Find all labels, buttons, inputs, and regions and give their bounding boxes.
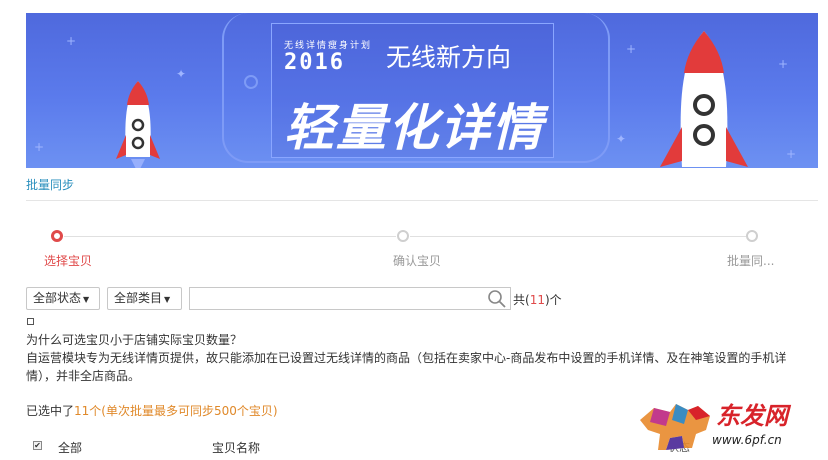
- selection-note: (单次批量最多可同步500个宝贝): [101, 404, 278, 418]
- step-2-dot: [397, 230, 409, 242]
- step-connector: [64, 236, 396, 237]
- step-3-label: 批量同...: [727, 254, 775, 268]
- star-decoration: ✦: [176, 67, 187, 81]
- select-all-checkbox[interactable]: ✔: [33, 441, 42, 450]
- banner-title-frame: 无线详情瘦身计划 2016 无线新方向 轻量化详情: [271, 23, 554, 158]
- category-dropdown-label: 全部类目: [114, 291, 163, 305]
- star-decoration: +: [34, 140, 45, 154]
- star-decoration: +: [626, 42, 637, 56]
- caret-down-icon: ▼: [164, 295, 171, 304]
- rocket-left-icon: [116, 81, 160, 168]
- step-2-label: 确认宝贝: [393, 254, 442, 268]
- watermark-url: www.6pf.cn: [712, 433, 782, 447]
- banner-headline: 轻量化详情: [284, 99, 544, 157]
- phone-camera: [244, 75, 258, 89]
- star-decoration: ✦: [616, 132, 627, 146]
- step-3-dot: [746, 230, 758, 242]
- selection-summary: 已选中了11个(单次批量最多可同步500个宝贝): [26, 402, 278, 419]
- category-dropdown[interactable]: 全部类目 ▼: [107, 287, 182, 310]
- faq-question: 为什么可选宝贝小于店铺实际宝贝数量？: [26, 333, 243, 347]
- count-prefix: 共(: [513, 293, 530, 307]
- banner-title: 无线新方向: [386, 43, 512, 72]
- count-suffix: )个: [544, 293, 562, 307]
- watermark-brand: 东发网: [716, 401, 788, 430]
- step-connector: [410, 236, 746, 237]
- star-decoration: +: [66, 34, 77, 48]
- status-dropdown-label: 全部状态: [33, 291, 82, 305]
- caret-down-icon: ▼: [83, 295, 90, 304]
- star-decoration: +: [778, 57, 789, 71]
- header-item-name: 宝贝名称: [212, 441, 261, 455]
- faq-answer: 自运营模块专为无线详情页提供，故只能添加在已设置过无线详情的商品（包括在卖家中心…: [26, 351, 787, 383]
- step-1-dot: [51, 230, 63, 242]
- faq-toggle-checkbox[interactable]: [27, 318, 34, 325]
- section-divider: [26, 200, 818, 201]
- result-count: 共(11)个: [513, 291, 562, 308]
- selection-count: 11个: [74, 404, 102, 418]
- count-value: 11: [529, 293, 545, 307]
- promo-banner[interactable]: + + ✦ + + + ✦ 无线详情瘦身计划 2016 无线新方向 轻量化详情: [26, 13, 818, 168]
- search-icon[interactable]: [487, 289, 507, 309]
- search-input[interactable]: [189, 287, 511, 310]
- step-1-label: 选择宝贝: [44, 254, 93, 268]
- header-all: 全部: [58, 441, 83, 455]
- batch-sync-link[interactable]: 批量同步: [26, 176, 74, 193]
- selection-prefix: 已选中了: [26, 404, 75, 418]
- star-decoration: +: [786, 147, 797, 161]
- status-dropdown[interactable]: 全部状态 ▼: [26, 287, 100, 310]
- banner-year: 2016: [284, 50, 345, 75]
- rocket-right-icon: [660, 31, 748, 167]
